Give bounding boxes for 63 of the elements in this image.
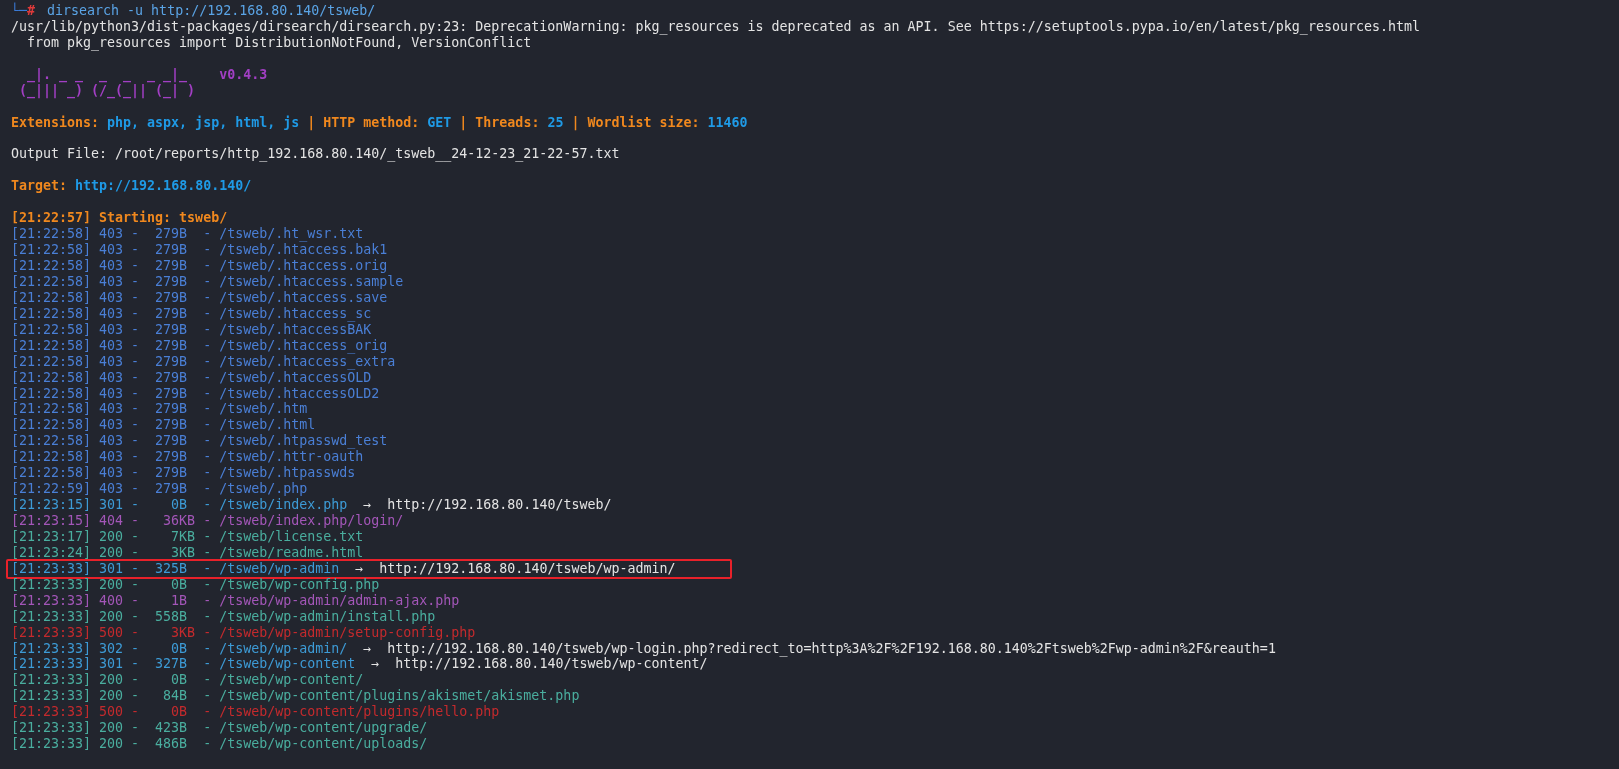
redirect-arrow: →: [363, 497, 372, 513]
result-line: [21:22:58] 403 - 279B - /tsweb/.htaccessOLD: [11, 369, 372, 385]
result-line: [21:23:33] 302 - 0B - /tsweb/wp-admin/: [11, 640, 348, 656]
target-label: Target:: [11, 178, 68, 194]
separator: |: [571, 114, 580, 130]
result-line: [21:22:58] 403 - 279B - /tsweb/.htaccess.sample: [11, 273, 404, 289]
config-label: HTTP method:: [323, 114, 420, 130]
result-line: [21:22:58] 403 - 279B - /tsweb/.htaccessBAK: [11, 321, 372, 337]
config-value: php, aspx, jsp, html, js: [107, 114, 300, 130]
result-line: [21:22:59] 403 - 279B - /tsweb/.php: [11, 481, 308, 497]
result-line: [21:23:33] 200 - 486B - /tsweb/wp-content/uploads/: [11, 736, 428, 752]
config-value: 25: [547, 114, 564, 130]
result-line: [21:23:15] 404 - 36KB - /tsweb/index.php/login/: [11, 513, 404, 528]
separator: |: [459, 114, 468, 130]
result-line: [21:23:33] 500 - 3KB - /tsweb/wp-admin/setup-config.php: [11, 624, 476, 640]
result-line: [21:22:58] 403 - 279B - /tsweb/.htaccess_sc: [11, 305, 372, 321]
version-text: v0.4.3: [219, 66, 268, 82]
result-line: [21:23:15] 301 - 0B - /tsweb/index.php: [11, 497, 348, 513]
result-line: [21:23:33] 301 - 325B - /tsweb/wp-admin: [11, 560, 340, 576]
result-line: [21:23:33] 200 - 0B - /tsweb/wp-config.php: [11, 576, 380, 592]
redirect-url: http://192.168.80.140/tsweb/: [387, 497, 612, 513]
result-line: [21:22:58] 403 - 279B - /tsweb/.httr-oauth: [11, 449, 364, 465]
result-line: [21:23:33] 200 - 0B - /tsweb/wp-content/: [11, 672, 364, 688]
redirect-arrow: →: [363, 640, 372, 656]
redirect-arrow: →: [355, 560, 364, 576]
result-line: [21:22:58] 403 - 279B - /tsweb/.htpasswds: [11, 465, 356, 481]
result-line: [21:22:58] 403 - 279B - /tsweb/.htaccess_extra: [11, 353, 396, 369]
result-line: [21:22:58] 403 - 279B - /tsweb/.htaccess.save: [11, 289, 388, 305]
start-message: [21:22:57] Starting: tsweb/: [11, 210, 228, 226]
result-line: [21:23:33] 200 - 423B - /tsweb/wp-content/upgrade/: [11, 720, 428, 736]
result-line: [21:22:58] 403 - 279B - /tsweb/.htaccess_orig: [11, 337, 388, 353]
result-line: [21:22:58] 403 - 279B - /tsweb/.htaccessOLD2: [11, 385, 380, 401]
prompt-symbol: #: [27, 3, 36, 18]
result-line: [21:23:33] 200 - 84B - /tsweb/wp-content/plugins/akismet/akismet.php: [11, 688, 580, 704]
result-line: [21:22:58] 403 - 279B - /tsweb/.htpasswd_test: [11, 433, 388, 449]
prompt-branch: └─: [11, 3, 27, 18]
config-label: Extensions:: [11, 114, 100, 130]
banner-art: _|. _ _ _ _ _ _|_: [26, 66, 188, 82]
result-line: [21:22:58] 403 - 279B - /tsweb/.html: [11, 417, 316, 433]
config-value: 11460: [707, 114, 748, 130]
target-url: http://192.168.80.140/: [75, 178, 252, 194]
config-value: GET: [427, 114, 452, 130]
result-line: [21:22:58] 403 - 279B - /tsweb/.htm: [11, 401, 308, 417]
redirect-url: http://192.168.80.140/tsweb/wp-login.php?redirect_to=http%3A%2F%2F192.168.80.140%2Ftsweb%2Fwp-admin%2F&reauth=1: [387, 640, 1276, 656]
result-line: [21:22:58] 403 - 279B - /tsweb/.htaccess.bak1: [11, 242, 388, 258]
warning-text: from pkg_resources import DistributionNotFound, VersionConflict: [26, 34, 532, 50]
result-line: [21:23:33] 301 - 327B - /tsweb/wp-content: [11, 656, 356, 672]
separator: |: [307, 114, 316, 130]
warning-text: /usr/lib/python3/dist-packages/dirsearch/dirsearch.py:23: DeprecationWarning: pkg_resources is deprecated as an API. See https://setuptools.pypa.io/en/latest/pkg_resources.html: [11, 18, 1420, 34]
result-line: [21:23:24] 200 - 3KB - /tsweb/readme.html: [11, 544, 364, 560]
result-line: [21:23:33] 500 - 0B - /tsweb/wp-content/plugins/hello.php: [11, 704, 500, 720]
command-text: dirsearch -u http://192.168.80.140/tsweb/: [47, 3, 376, 18]
redirect-arrow: →: [371, 656, 380, 672]
redirect-url: http://192.168.80.140/tsweb/wp-admin/: [379, 560, 676, 576]
config-label: Wordlist size:: [587, 114, 700, 130]
output-file-text: Output File: /root/reports/http_192.168.80.140/_tsweb__24-12-23_21-22-57.txt: [11, 146, 620, 162]
result-line: [21:23:17] 200 - 7KB - /tsweb/license.txt: [11, 528, 364, 544]
result-line: [21:23:33] 200 - 558B - /tsweb/wp-admin/install.php: [11, 608, 436, 624]
result-line: [21:23:33] 400 - 1B - /tsweb/wp-admin/admin-ajax.php: [11, 592, 460, 608]
config-label: Threads:: [475, 114, 540, 130]
result-line: [21:22:58] 403 - 279B - /tsweb/.ht_wsr.txt: [11, 226, 364, 242]
redirect-url: http://192.168.80.140/tsweb/wp-content/: [395, 656, 708, 672]
result-line: [21:22:58] 403 - 279B - /tsweb/.htaccess.orig: [11, 258, 388, 273]
